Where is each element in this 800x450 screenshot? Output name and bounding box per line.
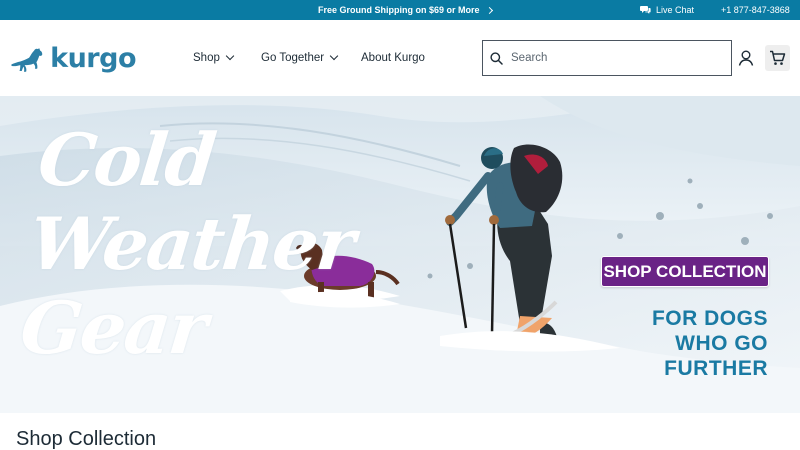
hero-tagline: FOR DOGS WHO GO FURTHER bbox=[652, 306, 768, 381]
chevron-down-icon bbox=[329, 51, 339, 61]
nav-shop-label: Shop bbox=[193, 52, 220, 64]
phone-number-link[interactable]: +1 877-847-3868 bbox=[721, 0, 790, 20]
nav-go-together[interactable]: Go Together bbox=[261, 20, 339, 96]
cart-button[interactable] bbox=[765, 45, 790, 71]
tagline-line: WHO GO bbox=[675, 332, 768, 355]
logo-wordmark: kurgo bbox=[50, 42, 136, 74]
cart-icon bbox=[770, 50, 786, 65]
shop-collection-button[interactable]: SHOP COLLECTION bbox=[601, 256, 769, 287]
hero-title-line: Weather bbox=[25, 201, 358, 286]
search-box[interactable] bbox=[482, 40, 732, 76]
tagline-line: FOR DOGS bbox=[651, 307, 768, 330]
shipping-promo-link[interactable]: Free Ground Shipping on $69 or More bbox=[318, 0, 493, 20]
announcement-bar: Free Ground Shipping on $69 or More Live… bbox=[0, 0, 800, 20]
tagline-line: FURTHER bbox=[664, 357, 768, 380]
account-icon bbox=[738, 50, 754, 66]
account-button[interactable] bbox=[737, 49, 755, 67]
nav-about-label: About Kurgo bbox=[361, 52, 425, 64]
live-chat-label: Live Chat bbox=[656, 5, 695, 15]
hero-title-line: Cold bbox=[34, 117, 219, 202]
search-input[interactable] bbox=[511, 52, 711, 64]
site-header: kurgo Shop Go Together About Kurgo bbox=[0, 20, 800, 96]
dog-logo-icon bbox=[11, 48, 43, 72]
section-heading: Shop Collection bbox=[16, 428, 157, 450]
hero-title-line: Gear bbox=[16, 285, 210, 370]
hero-banner: Cold Weather Gear SHOP COLLECTION FOR DO… bbox=[0, 96, 800, 413]
live-chat-link[interactable]: Live Chat bbox=[640, 0, 694, 20]
kurgo-logo[interactable]: kurgo bbox=[10, 40, 136, 80]
search-icon bbox=[490, 51, 503, 65]
chevron-right-icon bbox=[485, 6, 493, 14]
nav-go-together-label: Go Together bbox=[261, 52, 325, 64]
chat-bubble-icon bbox=[640, 6, 651, 14]
nav-about-kurgo[interactable]: About Kurgo bbox=[361, 20, 425, 96]
chevron-down-icon bbox=[225, 51, 235, 61]
nav-shop[interactable]: Shop bbox=[193, 20, 235, 96]
shipping-promo-text: Free Ground Shipping on $69 or More bbox=[318, 5, 480, 15]
hero-title: Cold Weather Gear bbox=[16, 117, 366, 370]
